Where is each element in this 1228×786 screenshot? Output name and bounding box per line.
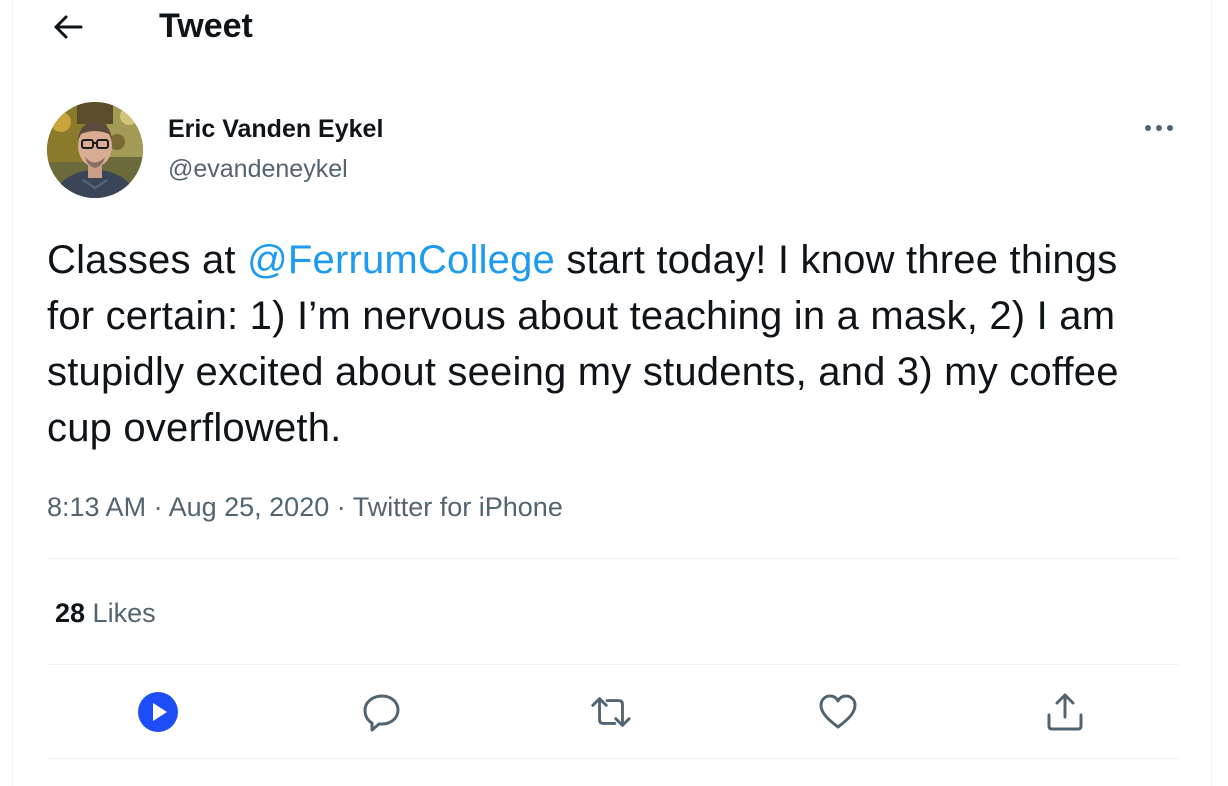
likes-count: 28	[55, 598, 86, 628]
meta-separator: ·	[146, 492, 169, 522]
author-handle[interactable]: @evandeneykel	[168, 154, 348, 184]
tweet-text: Classes at @FerrumCollege start today! I…	[47, 232, 1167, 456]
author-name[interactable]: Eric Vanden Eykel	[168, 114, 383, 144]
divider	[47, 558, 1179, 559]
divider	[47, 758, 1179, 759]
tweet-source[interactable]: Twitter for iPhone	[353, 492, 563, 522]
tweet-detail-panel: Tweet Eric Vanden Eykel @evandeneykel Cl…	[12, 0, 1212, 786]
retweet-icon	[591, 697, 631, 727]
avatar[interactable]	[47, 102, 143, 198]
likes-link[interactable]: 28 Likes	[55, 597, 156, 629]
reply-icon	[363, 694, 400, 732]
more-button[interactable]	[1137, 112, 1181, 144]
profile-photo	[47, 102, 143, 198]
like-button[interactable]	[816, 690, 860, 734]
page-header: Tweet	[13, 0, 1213, 54]
share-button[interactable]	[1043, 690, 1087, 734]
play-button[interactable]	[136, 690, 180, 734]
mention-link[interactable]: @FerrumCollege	[247, 238, 555, 282]
back-button[interactable]	[49, 8, 87, 46]
play-icon	[138, 692, 178, 732]
reply-button[interactable]	[360, 690, 404, 734]
tweet-metadata: 8:13 AM · Aug 25, 2020 · Twitter for iPh…	[47, 490, 563, 524]
page-title: Tweet	[159, 7, 253, 45]
arrow-left-icon	[54, 15, 83, 39]
tweet-text-part: Classes at	[47, 238, 248, 282]
divider	[47, 664, 1179, 665]
like-icon	[819, 694, 857, 729]
likes-label: Likes	[85, 598, 156, 628]
more-horizontal-icon	[1145, 125, 1173, 131]
retweet-button[interactable]	[589, 690, 633, 734]
tweet-time[interactable]: 8:13 AM	[47, 492, 146, 522]
tweet-date[interactable]: Aug 25, 2020	[169, 492, 330, 522]
share-icon	[1047, 693, 1083, 731]
meta-separator: ·	[329, 492, 353, 522]
